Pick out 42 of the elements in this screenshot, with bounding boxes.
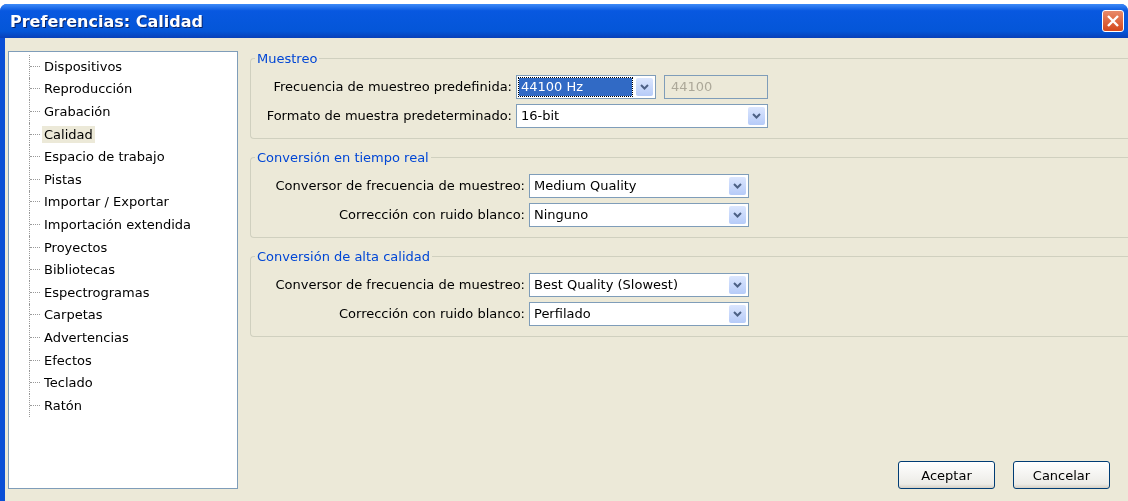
tree-item[interactable]: Proyectos [42, 238, 110, 256]
tree-item[interactable]: Ratón [42, 396, 84, 414]
tree-item[interactable]: Dispositivos [42, 57, 125, 75]
tree-item[interactable]: Pistas [42, 170, 84, 188]
dropdown[interactable]: 16-bit [516, 103, 768, 128]
tree-item[interactable]: Efectos [42, 351, 94, 369]
dropdown[interactable]: Perfilado [529, 301, 749, 326]
group-title: Conversión de alta calidad [256, 249, 431, 264]
chevron-down-icon [733, 281, 742, 288]
group-title: Conversión en tiempo real [256, 150, 430, 165]
field-label: Conversor de frecuencia de muestreo: [274, 178, 525, 193]
chevron-down-icon [733, 211, 742, 218]
tree-item[interactable]: Espectrogramas [42, 283, 152, 301]
close-button[interactable] [1102, 10, 1124, 32]
tree-item[interactable]: Importación extendida [42, 215, 194, 233]
chevron-down-icon [752, 112, 761, 119]
tree-item[interactable]: Advertencias [42, 328, 131, 346]
dropdown[interactable]: Medium Quality [529, 173, 749, 198]
tree-item[interactable]: Calidad [42, 125, 95, 143]
dropdown[interactable]: Best Quality (Slowest) [529, 272, 749, 297]
chevron-down-icon [640, 83, 649, 90]
dropdown[interactable]: Ninguno [529, 202, 749, 227]
close-icon [1107, 15, 1119, 27]
field-label: Corrección con ruido blanco: [338, 306, 525, 321]
chevron-down-icon [733, 182, 742, 189]
field-label: Corrección con ruido blanco: [338, 207, 525, 222]
field-label: Frecuencia de muestreo predefinida: [272, 79, 512, 94]
tree-item[interactable]: Grabación [42, 103, 113, 120]
tree-item[interactable]: Importar / Exportar [42, 193, 171, 211]
dialog-button[interactable]: Cancelar [1013, 461, 1110, 489]
tree-item[interactable]: Reproducción [42, 80, 135, 98]
tree-item[interactable]: Teclado [42, 374, 95, 392]
window-title: Preferencias: Calidad [10, 11, 203, 31]
tree-item[interactable]: Bibliotecas [42, 261, 117, 279]
dropdown[interactable]: 44100 Hz [516, 74, 656, 99]
tree-item[interactable]: Carpetas [42, 306, 105, 324]
tree-item[interactable]: Espacio de trabajo [42, 148, 167, 166]
chevron-down-icon [733, 310, 742, 317]
field-label: Formato de muestra predeterminado: [265, 108, 512, 123]
group-title: Muestreo [256, 51, 319, 66]
field-label: Conversor de frecuencia de muestreo: [274, 277, 525, 292]
dialog-button[interactable]: Aceptar [898, 461, 995, 489]
